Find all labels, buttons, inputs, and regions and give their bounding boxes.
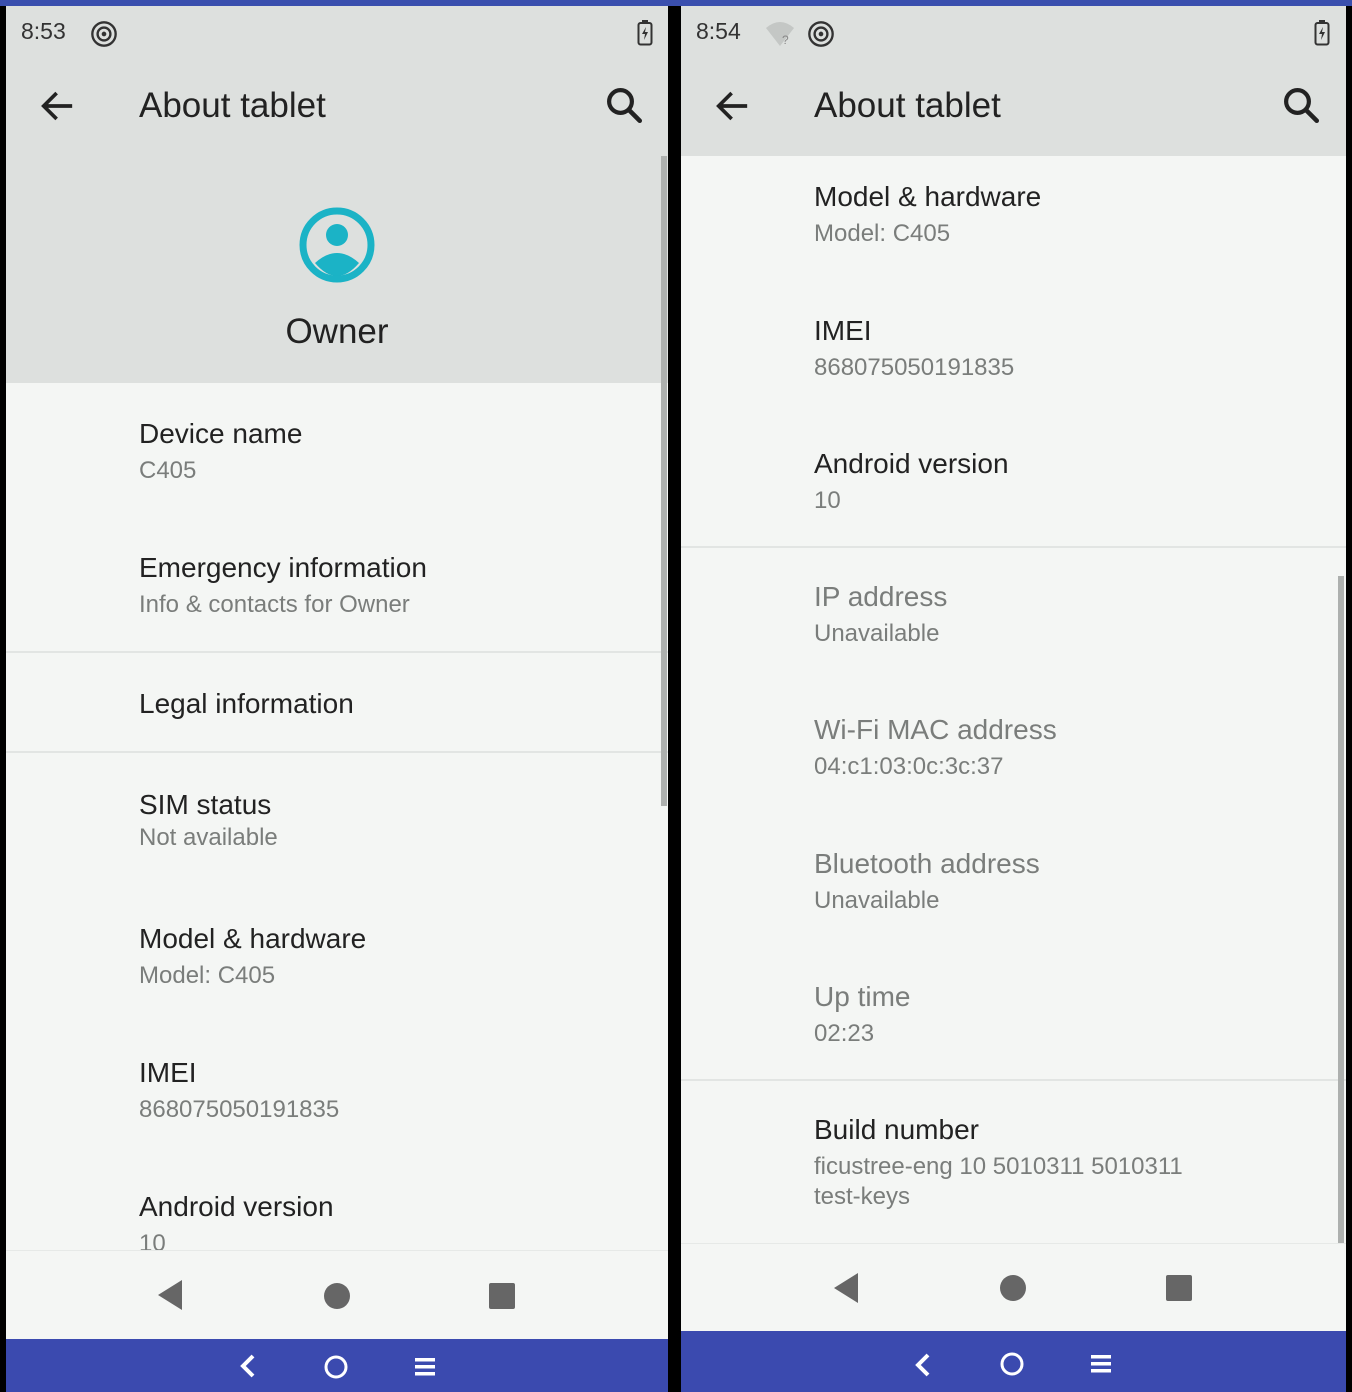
pref-title: Up time	[814, 981, 911, 1012]
pref-summary: Model: C405	[139, 962, 276, 989]
pref-summary: 04:c1:03:0c:3c:37	[814, 753, 1004, 780]
search-icon[interactable]	[1280, 84, 1322, 126]
pref-summary: Unavailable	[814, 887, 940, 914]
nav-home-icon[interactable]	[999, 1274, 1027, 1302]
pref-summary: Model: C405	[814, 220, 951, 247]
pref-wifi-mac-address[interactable]: Wi-Fi MAC address 04:c1:03:0c:3c:37	[814, 714, 1057, 782]
app-bar: About tablet	[681, 58, 1346, 156]
nav-recents-icon[interactable]	[1165, 1274, 1193, 1302]
pref-up-time[interactable]: Up time 02:23	[814, 981, 910, 1049]
pref-android-version[interactable]: Android version 10	[814, 448, 1009, 516]
pref-title: Model & hardware	[814, 181, 1042, 212]
pref-model-hardware[interactable]: Model & hardware Model: C405	[814, 181, 1041, 249]
pref-title: Android version	[139, 1191, 334, 1222]
system-nav-bar	[6, 1250, 668, 1338]
pref-title: SIM status	[139, 789, 272, 820]
divider	[6, 751, 668, 753]
pref-android-version[interactable]: Android version 10	[139, 1191, 334, 1259]
scrollbar[interactable]	[1338, 576, 1344, 1244]
status-time: 8:54	[696, 18, 741, 44]
pref-title: IMEI	[814, 315, 872, 346]
pref-summary: C405	[139, 457, 197, 484]
pref-device-name[interactable]: Device name C405	[139, 418, 302, 486]
pref-summary: 868075050191835	[139, 1096, 340, 1123]
status-time: 8:53	[21, 18, 66, 44]
scrollbar[interactable]	[661, 156, 667, 806]
hotspot-icon	[91, 21, 117, 47]
pref-ip-address[interactable]: IP address Unavailable	[814, 581, 947, 649]
host-back-icon[interactable]	[238, 1353, 258, 1379]
pref-title: Legal information	[139, 688, 354, 719]
svg-text:?: ?	[782, 33, 789, 47]
back-arrow-icon[interactable]	[37, 86, 77, 126]
nav-recents-icon[interactable]	[488, 1282, 516, 1310]
pref-sim-status[interactable]: SIM status Not available	[139, 789, 278, 853]
divider	[6, 651, 668, 653]
pref-title: Wi-Fi MAC address	[814, 714, 1057, 745]
host-menu-icon[interactable]	[1089, 1353, 1113, 1375]
host-menu-icon[interactable]	[413, 1356, 437, 1378]
nav-back-icon[interactable]	[156, 1279, 184, 1311]
page-title: About tablet	[814, 86, 1001, 125]
pref-summary: Info & contacts for Owner	[139, 591, 410, 618]
pref-title: IP address	[814, 581, 948, 612]
pref-model-hardware[interactable]: Model & hardware Model: C405	[139, 923, 366, 991]
pref-imei[interactable]: IMEI 868075050191835	[814, 315, 1014, 383]
page-title: About tablet	[139, 86, 326, 125]
pref-title: Android version	[814, 448, 1009, 479]
nav-home-icon[interactable]	[323, 1282, 351, 1310]
host-home-icon[interactable]	[999, 1351, 1025, 1377]
status-bar: 8:54 ?	[681, 6, 1346, 58]
status-bar: 8:53	[6, 6, 668, 58]
pref-title: Bluetooth address	[814, 848, 1040, 879]
app-bar: About tablet	[6, 58, 668, 156]
search-icon[interactable]	[603, 84, 645, 126]
wifi-no-internet-icon: ?	[766, 22, 794, 47]
owner-name: Owner	[285, 312, 389, 351]
pref-title: Build number	[814, 1114, 979, 1145]
pref-title: Model & hardware	[139, 923, 367, 954]
system-nav-bar	[681, 1243, 1346, 1331]
pref-title: Emergency information	[139, 552, 427, 583]
pref-summary: Unavailable	[814, 620, 940, 647]
battery-icon	[1314, 20, 1330, 46]
screen-about-tablet-2: 8:54 ? About tablet Model & hardware Mod…	[681, 6, 1346, 1392]
pref-title: IMEI	[139, 1057, 197, 1088]
pref-summary: 10	[814, 487, 841, 514]
hotspot-icon	[808, 21, 834, 47]
pref-summary: 868075050191835	[814, 354, 1015, 381]
account-circle-icon	[299, 207, 375, 283]
pref-summary: Not available	[139, 824, 278, 851]
screen-about-tablet-1: 8:53 About tablet Owner Device name C405…	[6, 6, 668, 1392]
pref-summary: 02:23	[814, 1020, 875, 1047]
pref-summary-line2: test-keys	[814, 1183, 911, 1210]
pref-build-number[interactable]: Build number ficustree-eng 10 5010311 50…	[814, 1114, 1183, 1212]
host-back-icon[interactable]	[913, 1352, 933, 1378]
battery-icon	[637, 20, 653, 46]
host-nav-bar	[6, 1339, 668, 1392]
pref-summary: ficustree-eng 10 5010311 5010311	[814, 1153, 1183, 1180]
pref-emergency-information[interactable]: Emergency information Info & contacts fo…	[139, 552, 427, 620]
pref-bluetooth-address[interactable]: Bluetooth address Unavailable	[814, 848, 1040, 916]
back-arrow-icon[interactable]	[712, 86, 752, 126]
host-home-icon[interactable]	[323, 1354, 349, 1380]
host-nav-bar	[681, 1331, 1346, 1392]
owner-header[interactable]: Owner	[6, 156, 668, 383]
pref-title: Device name	[139, 418, 303, 449]
pref-imei[interactable]: IMEI 868075050191835	[139, 1057, 339, 1125]
nav-back-icon[interactable]	[832, 1272, 860, 1304]
pref-legal-information[interactable]: Legal information	[139, 688, 354, 720]
divider	[681, 1079, 1346, 1081]
divider	[681, 546, 1346, 548]
